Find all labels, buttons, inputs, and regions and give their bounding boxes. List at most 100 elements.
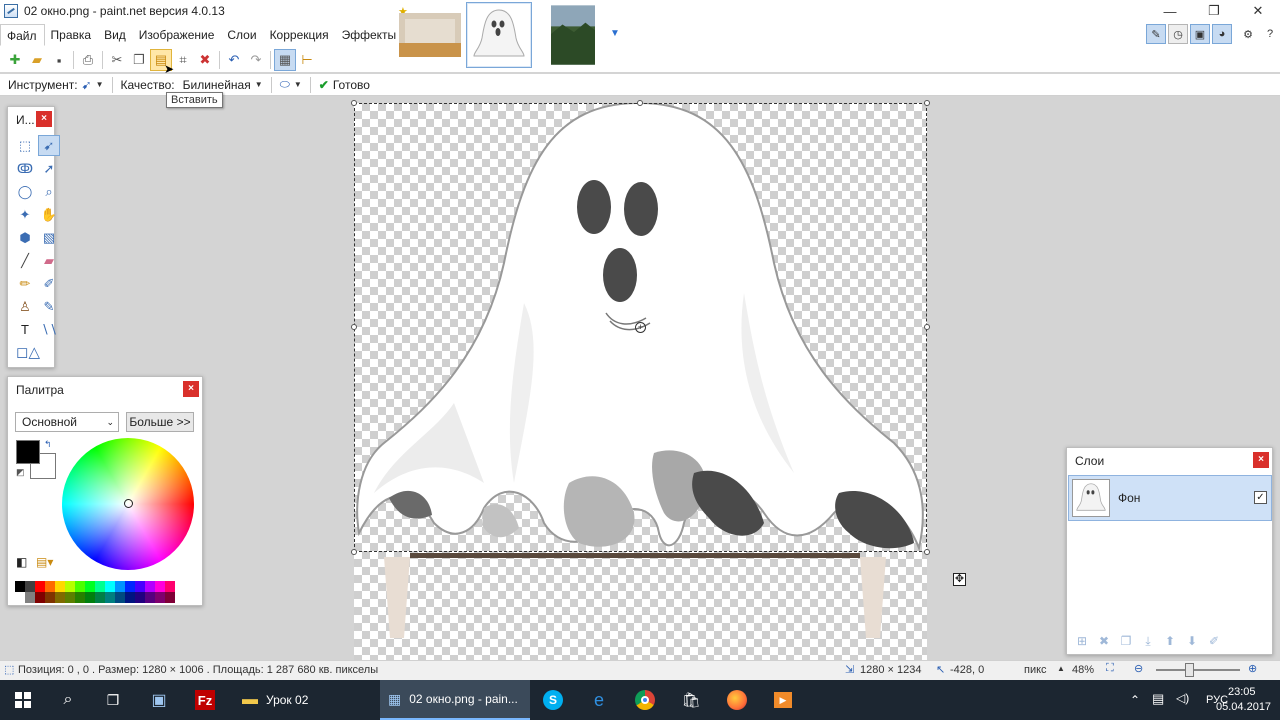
color-mode-select[interactable]: Основной ⌄ xyxy=(15,412,119,432)
palette-swatch[interactable] xyxy=(45,581,55,592)
paint-bucket-icon[interactable]: ⬢ xyxy=(14,227,36,248)
move-layer-down-icon[interactable]: ⬇ xyxy=(1181,632,1203,650)
image-tab-ghost[interactable] xyxy=(466,2,532,68)
quality-select[interactable]: Билинейная xyxy=(183,78,251,92)
palette-swatch[interactable] xyxy=(15,581,25,592)
clone-stamp-icon[interactable]: ♙ xyxy=(14,296,36,317)
more-colors-button[interactable]: Больше >> xyxy=(126,412,194,432)
print-icon[interactable]: ⎙ xyxy=(77,49,99,71)
palette-swatch[interactable] xyxy=(65,592,75,603)
pan-hand-icon[interactable]: ✋ xyxy=(38,204,60,225)
palette-swatch[interactable] xyxy=(165,592,175,603)
taskbar-paintnet-button[interactable]: ▦ 02 окно.png - pain... xyxy=(380,680,530,720)
zoom-icon[interactable]: ⌕ xyxy=(38,181,60,202)
rotation-pivot-icon[interactable]: + xyxy=(635,322,646,333)
layer-row[interactable]: Фон ✓ xyxy=(1068,475,1272,521)
rectangle-select-icon[interactable]: ⬚ xyxy=(14,135,36,156)
palette-swatch[interactable] xyxy=(145,581,155,592)
menu-edit[interactable]: Правка xyxy=(45,24,99,46)
line-curve-icon[interactable]: ∖∖ xyxy=(38,319,60,340)
new-file-icon[interactable]: ✚ xyxy=(4,49,26,71)
palette-swatch[interactable] xyxy=(105,581,115,592)
palette-swatch[interactable] xyxy=(95,581,105,592)
zoom-out-icon[interactable]: ⊖ xyxy=(1134,662,1143,675)
palette-swatch-toggle-icon[interactable]: ◧ xyxy=(16,555,27,569)
units-select[interactable]: пикс xyxy=(1024,664,1047,676)
move-layer-up-icon[interactable]: ⬆ xyxy=(1159,632,1181,650)
filezilla-icon[interactable]: Fz xyxy=(182,680,228,720)
zoom-level-text[interactable]: 48% xyxy=(1072,664,1094,676)
tools-panel-close-button[interactable]: × xyxy=(36,111,52,127)
paintbrush-icon[interactable]: ╱ xyxy=(14,250,36,271)
layer-properties-icon[interactable]: ✐ xyxy=(1203,632,1225,650)
add-layer-icon[interactable]: ⊞ xyxy=(1071,632,1093,650)
palette-swatch[interactable] xyxy=(115,581,125,592)
merge-layer-down-icon[interactable]: ⤓ xyxy=(1137,632,1159,650)
color-wheel-cursor[interactable] xyxy=(124,499,133,508)
undo-icon[interactable]: ↶ xyxy=(223,49,245,71)
color-picker-icon[interactable]: ✐ xyxy=(38,273,60,294)
move-selected-pixels-icon[interactable]: ➹ xyxy=(38,135,60,156)
palette-swatch[interactable] xyxy=(145,592,155,603)
units-caret-icon[interactable]: ▲ xyxy=(1057,664,1065,673)
tools-toggle-icon[interactable]: ✎ xyxy=(1146,24,1166,44)
zoom-to-window-icon[interactable]: ⛶ xyxy=(1106,662,1114,675)
text-icon[interactable]: T xyxy=(14,319,36,340)
shapes-icon[interactable]: ◻△ xyxy=(16,343,40,361)
quality-dropdown-caret-icon[interactable]: ▼ xyxy=(255,80,263,89)
image-canvas[interactable] xyxy=(354,103,927,660)
selection-handle-bottom-right[interactable] xyxy=(924,549,930,555)
close-window-button[interactable]: ✕ xyxy=(1236,0,1280,22)
selection-mode-caret-icon[interactable]: ▼ xyxy=(294,80,302,89)
notification-icon[interactable]: ▤ xyxy=(1152,691,1164,707)
selection-mode-icon[interactable]: ⬭ xyxy=(280,77,290,92)
finish-button[interactable]: Готово xyxy=(333,78,370,92)
menu-adjustments[interactable]: Коррекция xyxy=(264,24,336,46)
duplicate-layer-icon[interactable]: ❐ xyxy=(1115,632,1137,650)
palette-swatch[interactable] xyxy=(65,581,75,592)
palette-swatch[interactable] xyxy=(75,592,85,603)
selection-handle-right[interactable] xyxy=(924,324,930,330)
palette-panel-close-button[interactable]: × xyxy=(183,381,199,397)
palette-swatch[interactable] xyxy=(115,592,125,603)
menu-view[interactable]: Вид xyxy=(98,24,133,46)
palette-swatch[interactable] xyxy=(45,592,55,603)
palette-swatch[interactable] xyxy=(85,581,95,592)
tabs-overflow-arrow-icon[interactable]: ▼ xyxy=(610,28,620,39)
selection-handle-top-left[interactable] xyxy=(351,100,357,106)
cut-icon[interactable]: ✂ xyxy=(106,49,128,71)
zoom-in-icon[interactable]: ⊕ xyxy=(1248,662,1257,675)
palette-swatch[interactable] xyxy=(135,592,145,603)
eraser-icon[interactable]: ▰ xyxy=(38,250,60,271)
palette-swatch[interactable] xyxy=(95,592,105,603)
lasso-select-icon[interactable]: ↂ xyxy=(14,158,36,179)
palette-swatch[interactable] xyxy=(85,592,95,603)
video-app-icon[interactable]: ▶ xyxy=(760,680,806,720)
open-file-icon[interactable]: ▰ xyxy=(26,49,48,71)
image-tab-room[interactable] xyxy=(397,2,463,68)
firefox-icon[interactable] xyxy=(714,680,760,720)
zoom-slider-track[interactable] xyxy=(1156,669,1240,671)
help-icon[interactable]: ? xyxy=(1260,24,1280,44)
palette-swatch[interactable] xyxy=(125,581,135,592)
chrome-icon[interactable] xyxy=(622,680,668,720)
copy-icon[interactable]: ❐ xyxy=(128,49,150,71)
grid-icon[interactable]: ▦ xyxy=(274,49,296,71)
tool-dropdown-caret-icon[interactable]: ▼ xyxy=(96,80,104,89)
palette-swatch[interactable] xyxy=(155,581,165,592)
clock-date[interactable]: 05.04.2017 xyxy=(1216,701,1271,713)
selection-handle-top-right[interactable] xyxy=(924,100,930,106)
save-icon[interactable]: ▪ xyxy=(48,49,70,71)
menu-layers[interactable]: Слои xyxy=(221,24,263,46)
palette-swatch[interactable] xyxy=(125,592,135,603)
clock-time[interactable]: 23:05 xyxy=(1228,686,1256,698)
ellipse-select-icon[interactable]: ◯ xyxy=(14,181,36,202)
move-selected-tool-icon[interactable]: ➹ xyxy=(82,78,92,92)
palette-swatch[interactable] xyxy=(135,581,145,592)
redo-icon[interactable]: ↷ xyxy=(245,49,267,71)
swap-colors-icon[interactable]: ↰ xyxy=(44,439,52,450)
palette-swatch[interactable] xyxy=(55,592,65,603)
move-selection-icon[interactable]: ➚ xyxy=(38,158,60,179)
selection-handle-left[interactable] xyxy=(351,324,357,330)
menu-file[interactable]: Файл xyxy=(0,24,45,46)
